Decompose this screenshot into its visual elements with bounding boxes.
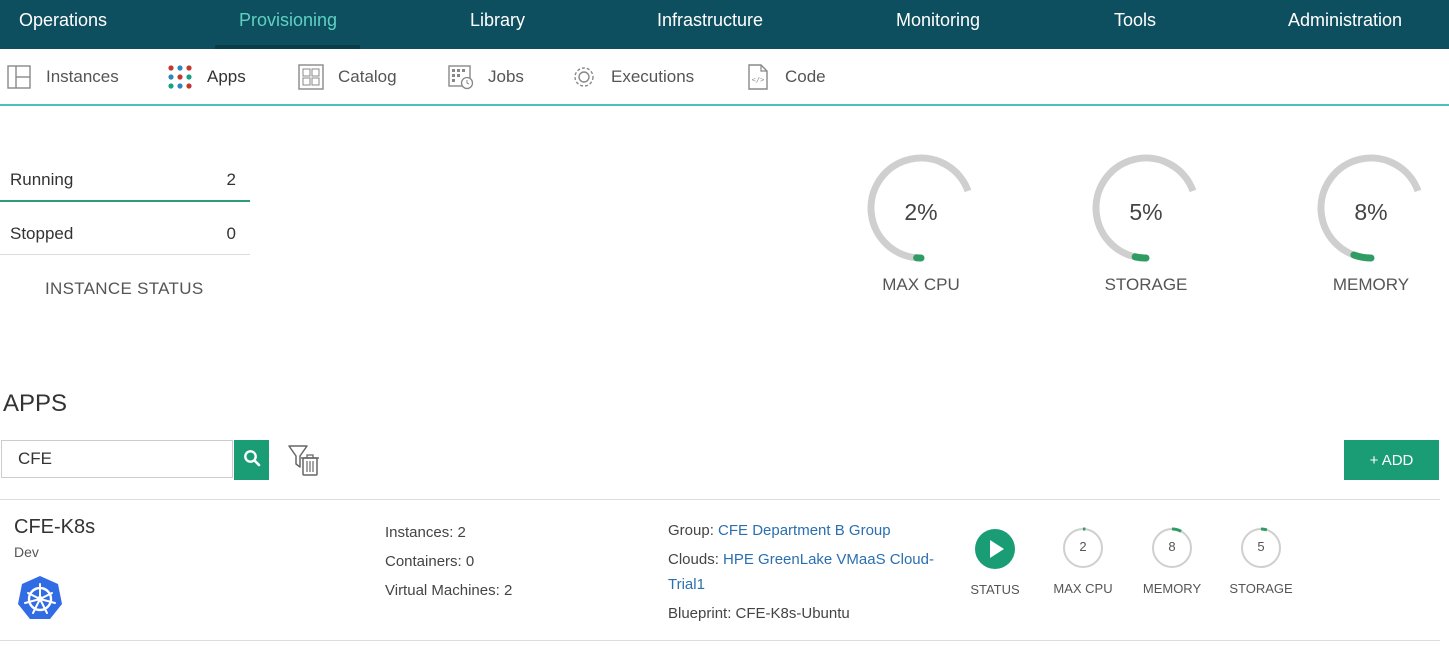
gauge-storage: 5% STORAGE	[1091, 150, 1201, 300]
nav-infrastructure[interactable]: Infrastructure	[657, 10, 763, 31]
nav-provisioning[interactable]: Provisioning	[239, 10, 337, 31]
clear-filter-button[interactable]	[287, 443, 320, 477]
clouds-label: Clouds:	[668, 551, 724, 568]
status-label: STATUS	[970, 582, 1020, 597]
app-metric-max-cpu: 2 MAX CPU	[1038, 527, 1128, 596]
app-metric-storage: 5 STORAGE	[1216, 527, 1306, 596]
gauge-memory: 8% MEMORY	[1316, 150, 1426, 300]
svg-text:</>: </>	[752, 76, 765, 84]
nav-library[interactable]: Library	[470, 10, 525, 31]
search-icon	[243, 449, 261, 472]
app-metric-memory: 8 MEMORY	[1127, 527, 1217, 596]
stopped-label: Stopped	[10, 224, 74, 243]
gauge-value: 2%	[904, 199, 938, 225]
vms-count: Virtual Machines: 2	[385, 582, 513, 599]
instances-count: Instances: 2	[385, 524, 466, 541]
gauge-value: 8%	[1354, 199, 1388, 225]
subnav-catalog[interactable]: Catalog	[298, 63, 397, 91]
subnav-instances-label: Instances	[46, 67, 119, 86]
ring-fill	[1260, 527, 1268, 532]
nav-operations[interactable]: Operations	[19, 10, 107, 31]
top-navigation: Operations Provisioning Library Infrastr…	[0, 0, 1449, 49]
app-environment: Dev	[14, 544, 39, 560]
subnav-jobs[interactable]: Jobs	[448, 63, 524, 91]
metric-label: MAX CPU	[1053, 581, 1113, 596]
metric-value: 2	[1079, 539, 1087, 554]
status-indicator: STATUS	[950, 529, 1040, 597]
gauge-label: MAX CPU	[882, 275, 960, 294]
code-file-icon: </>	[745, 64, 771, 90]
search-button[interactable]	[234, 440, 269, 480]
metric-value: 8	[1168, 539, 1176, 554]
nav-tools[interactable]: Tools	[1114, 10, 1156, 31]
catalog-icon	[298, 64, 324, 90]
group-link[interactable]: CFE Department B Group	[718, 522, 891, 539]
nav-administration[interactable]: Administration	[1288, 10, 1402, 31]
instances-icon	[6, 64, 32, 90]
sub-navigation: Instances Apps Catalog Jobs Executions <…	[0, 49, 1449, 106]
metric-label: STORAGE	[1229, 581, 1293, 596]
subnav-apps-label: Apps	[207, 67, 246, 86]
subnav-jobs-label: Jobs	[488, 67, 524, 86]
subnav-executions-label: Executions	[611, 67, 695, 86]
stopped-count: 0	[226, 224, 236, 243]
subnav-code[interactable]: </> Code	[745, 63, 826, 91]
app-name[interactable]: CFE-K8s	[14, 516, 95, 539]
running-label: Running	[10, 170, 74, 189]
group-label: Group:	[668, 522, 719, 539]
metric-label: MEMORY	[1142, 581, 1202, 596]
clear-filter-icon	[287, 445, 320, 481]
gauge-fill	[1131, 253, 1150, 262]
gear-icon	[571, 64, 597, 90]
search-input[interactable]	[1, 440, 233, 478]
app-details: Group: CFE Department B Group Clouds: HP…	[668, 518, 938, 630]
gauge-label: STORAGE	[1104, 275, 1188, 294]
metric-value: 5	[1257, 539, 1265, 554]
play-icon	[975, 529, 1015, 569]
add-app-button[interactable]: + ADD	[1344, 440, 1439, 480]
apps-icon	[167, 64, 193, 90]
subnav-executions[interactable]: Executions	[571, 63, 694, 91]
stopped-status-row[interactable]: Stopped 0	[0, 218, 250, 255]
gauge-label: MEMORY	[1332, 275, 1410, 294]
subnav-code-label: Code	[785, 67, 826, 86]
subnav-instances[interactable]: Instances	[6, 63, 119, 91]
app-counts: Instances: 2 Containers: 0 Virtual Machi…	[385, 518, 512, 605]
running-count: 2	[226, 170, 236, 189]
gauge-max-cpu: 2% MAX CPU	[866, 150, 976, 300]
ring-fill	[1171, 527, 1182, 533]
gauge-value: 5%	[1129, 199, 1163, 225]
subnav-catalog-label: Catalog	[338, 67, 397, 86]
table-row[interactable]: CFE-K8s Dev Instances: 2 Containers: 0 V…	[0, 499, 1440, 641]
gauge-fill	[1350, 251, 1375, 262]
containers-count: Containers: 0	[385, 553, 475, 570]
blueprint-text: Blueprint: CFE-K8s-Ubuntu	[668, 605, 850, 622]
jobs-icon	[448, 64, 474, 90]
nav-monitoring[interactable]: Monitoring	[896, 10, 980, 31]
running-status-row[interactable]: Running 2	[0, 164, 250, 202]
apps-title: APPS	[3, 390, 68, 417]
subnav-apps[interactable]: Apps	[167, 63, 246, 91]
instance-status-title: INSTANCE STATUS	[45, 279, 204, 298]
kubernetes-icon	[16, 574, 64, 622]
